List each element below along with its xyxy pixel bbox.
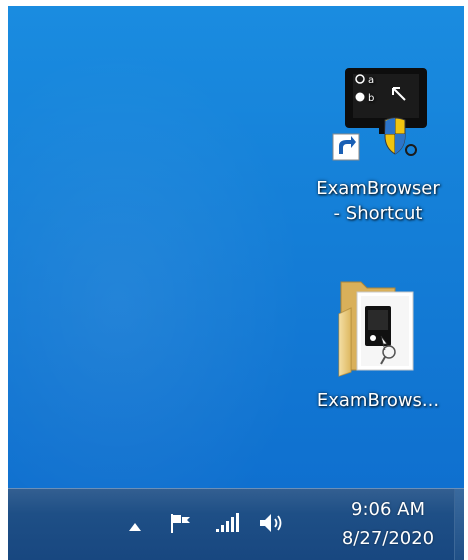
- desktop-icon-exambrowser-shortcut[interactable]: a b ExamBrowser - Shortcut: [298, 66, 458, 226]
- notification-area: [118, 507, 302, 543]
- taskbar: 9:06 AM 8/27/2020: [8, 488, 464, 560]
- speaker-icon: [258, 511, 288, 539]
- flag-icon: [168, 511, 194, 539]
- svg-text:b: b: [368, 93, 374, 104]
- desktop-icon-label-line2: - Shortcut: [333, 203, 423, 224]
- desktop-icon-label-line1: ExamBrowser: [316, 178, 440, 199]
- desktop-icon-label: ExamBrowser - Shortcut: [298, 176, 458, 226]
- clock-time: 9:06 AM: [351, 499, 425, 520]
- system-clock[interactable]: 9:06 AM 8/27/2020: [318, 495, 458, 553]
- svg-text:a: a: [368, 75, 374, 86]
- network-signal-icon: [214, 512, 240, 538]
- clock-date: 8/27/2020: [341, 528, 435, 549]
- desktop[interactable]: a b ExamBrowser - Shortcut ExamBrows...: [8, 6, 464, 488]
- desktop-icon-label: ExamBrows...: [316, 390, 440, 411]
- show-hidden-icons-button[interactable]: [118, 510, 152, 540]
- volume-button[interactable]: [256, 510, 290, 540]
- desktop-icon-exambrowser-folder[interactable]: ExamBrows...: [298, 278, 458, 413]
- show-desktop-button[interactable]: [454, 489, 464, 560]
- up-arrow-icon: [129, 516, 141, 535]
- network-button[interactable]: [210, 510, 244, 540]
- folder-icon: [333, 278, 423, 378]
- action-center-button[interactable]: [164, 510, 198, 540]
- exam-browser-shortcut-icon: a b: [323, 66, 433, 166]
